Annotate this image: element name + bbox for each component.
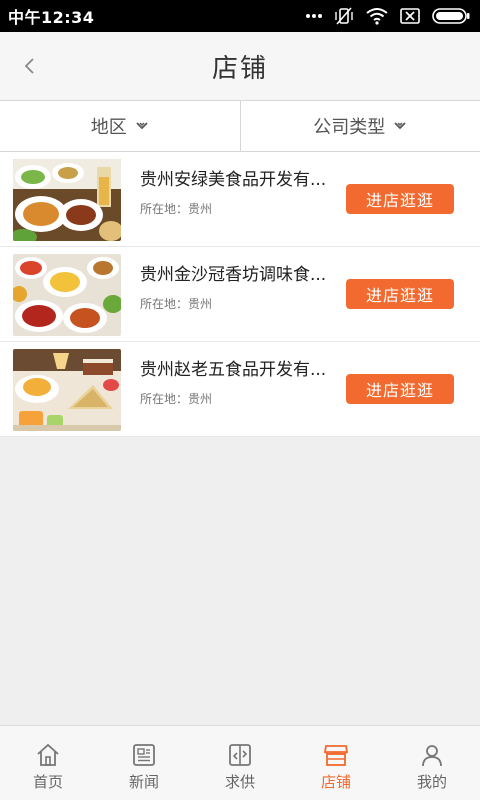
shop-list: 贵州安绿美食品开发有... 所在地：贵州 进店逛逛 贵州金沙冠香坊调味食... … bbox=[0, 152, 480, 437]
status-bar: 中午12:34 bbox=[0, 0, 480, 32]
filter-company-type-label: 公司类型 bbox=[313, 117, 386, 138]
tab-news-label: 新闻 bbox=[128, 773, 159, 791]
user-icon bbox=[422, 745, 442, 767]
shop-list-item[interactable]: 贵州金沙冠香坊调味食... 所在地：贵州 进店逛逛 bbox=[0, 247, 480, 342]
shop-location: 所在地：贵州 bbox=[140, 297, 213, 311]
chevron-down-icon bbox=[394, 122, 406, 130]
tab-supply[interactable]: 求供 bbox=[192, 726, 288, 800]
screen: 中午12:34 店铺 地区 公司类型 贵州安绿美食品开发有... 所在地：贵州 … bbox=[0, 0, 480, 800]
sim-off-icon bbox=[400, 8, 420, 24]
shop-location: 所在地：贵州 bbox=[140, 392, 213, 406]
visit-shop-button[interactable]: 进店逛逛 bbox=[346, 184, 454, 214]
visit-shop-button[interactable]: 进店逛逛 bbox=[346, 374, 454, 404]
tab-shops-label: 店铺 bbox=[320, 773, 351, 791]
page-title: 店铺 bbox=[211, 53, 268, 84]
tab-news[interactable]: 新闻 bbox=[96, 726, 192, 800]
shop-icon bbox=[323, 745, 349, 766]
status-icons bbox=[306, 6, 470, 26]
chevron-down-icon bbox=[136, 122, 148, 130]
tab-home-label: 首页 bbox=[32, 773, 63, 791]
visit-shop-button[interactable]: 进店逛逛 bbox=[346, 279, 454, 309]
status-time: 中午12:34 bbox=[8, 8, 95, 27]
shop-name: 贵州赵老五食品开发有... bbox=[140, 360, 327, 380]
home-icon bbox=[37, 743, 59, 766]
shop-thumbnail bbox=[13, 159, 121, 241]
app-header: 店铺 bbox=[0, 32, 480, 101]
bottom-tab-bar: 首页 新闻 求供 店铺 我的 bbox=[0, 725, 480, 800]
shop-location: 所在地：贵州 bbox=[140, 202, 213, 216]
shop-list-item[interactable]: 贵州赵老五食品开发有... 所在地：贵州 进店逛逛 bbox=[0, 342, 480, 437]
news-icon bbox=[133, 744, 155, 766]
shop-name: 贵州金沙冠香坊调味食... bbox=[140, 265, 327, 285]
tab-shops[interactable]: 店铺 bbox=[288, 726, 384, 800]
battery-icon bbox=[432, 8, 470, 24]
shop-name: 贵州安绿美食品开发有... bbox=[140, 170, 327, 190]
tab-mine-label: 我的 bbox=[416, 773, 447, 791]
vibrate-off-icon bbox=[334, 6, 354, 26]
wifi-icon bbox=[366, 7, 388, 25]
shop-list-item[interactable]: 贵州安绿美食品开发有... 所在地：贵州 进店逛逛 bbox=[0, 152, 480, 247]
tab-home[interactable]: 首页 bbox=[0, 726, 96, 800]
filter-region-label: 地区 bbox=[90, 117, 127, 138]
filter-region[interactable]: 地区 bbox=[0, 101, 240, 151]
back-button[interactable] bbox=[14, 50, 46, 82]
tab-mine[interactable]: 我的 bbox=[384, 726, 480, 800]
more-dots-icon bbox=[306, 13, 322, 19]
chevron-left-icon bbox=[24, 58, 34, 74]
supply-icon bbox=[229, 744, 251, 766]
filter-bar: 地区 公司类型 bbox=[0, 101, 480, 152]
filter-company-type[interactable]: 公司类型 bbox=[239, 101, 480, 151]
shop-thumbnail bbox=[13, 349, 121, 431]
shop-thumbnail bbox=[13, 254, 121, 336]
tab-supply-label: 求供 bbox=[224, 773, 255, 791]
